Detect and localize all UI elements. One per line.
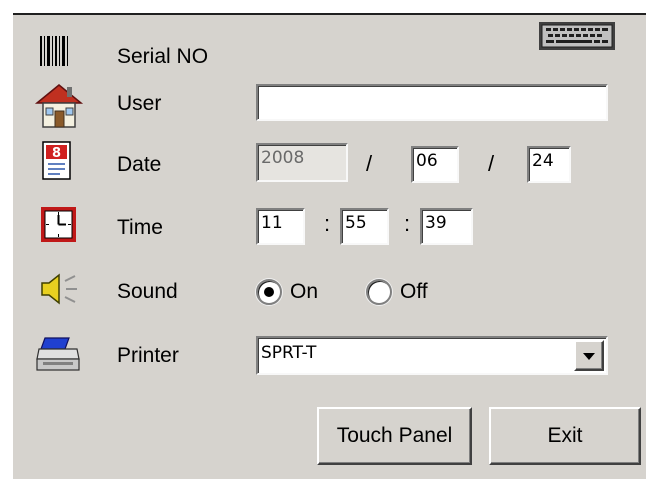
- house-icon: [33, 81, 85, 131]
- date-day-field[interactable]: 24: [527, 146, 571, 183]
- chevron-down-icon: [583, 352, 595, 360]
- time-hour-field[interactable]: 11: [256, 208, 305, 245]
- time-minute-field[interactable]: 55: [340, 208, 389, 245]
- printer-select-value: SPRT-T: [261, 343, 317, 363]
- printer-label: Printer: [117, 344, 179, 367]
- printer-icon: [35, 335, 81, 373]
- time-second-field[interactable]: 39: [420, 208, 473, 245]
- user-label: User: [117, 92, 162, 115]
- clock-icon: [40, 206, 78, 244]
- sound-on-option[interactable]: On: [256, 277, 336, 307]
- printer-select[interactable]: SPRT-T: [256, 336, 608, 375]
- touch-panel-button[interactable]: Touch Panel: [317, 407, 472, 465]
- settings-panel: Serial NO User 8 Date 2008 / 06 / 24 Tim…: [13, 13, 646, 479]
- date-year-field: 2008: [256, 143, 348, 182]
- time-separator: :: [404, 211, 411, 236]
- sound-on-radio[interactable]: [256, 279, 282, 305]
- time-separator: :: [324, 211, 331, 236]
- date-month-field[interactable]: 06: [411, 146, 459, 183]
- keyboard-button[interactable]: [538, 21, 616, 51]
- barcode-icon: [39, 35, 69, 67]
- sound-on-label: On: [290, 280, 319, 303]
- date-label: Date: [117, 153, 162, 176]
- user-input[interactable]: [256, 84, 608, 121]
- sound-off-label: Off: [400, 280, 428, 303]
- keyboard-icon: [539, 22, 615, 50]
- date-separator: /: [366, 151, 373, 176]
- calendar-icon: 8: [42, 141, 72, 181]
- speaker-icon: [39, 272, 79, 306]
- dropdown-button[interactable]: [574, 340, 604, 371]
- serial-label: Serial NO: [117, 45, 209, 68]
- date-separator: /: [488, 151, 495, 176]
- sound-label: Sound: [117, 280, 178, 303]
- radio-selected-dot: [264, 287, 274, 297]
- sound-off-option[interactable]: Off: [366, 277, 446, 307]
- sound-off-radio[interactable]: [366, 279, 392, 305]
- time-label: Time: [117, 216, 163, 239]
- svg-text:8: 8: [52, 146, 61, 161]
- exit-button[interactable]: Exit: [489, 407, 641, 465]
